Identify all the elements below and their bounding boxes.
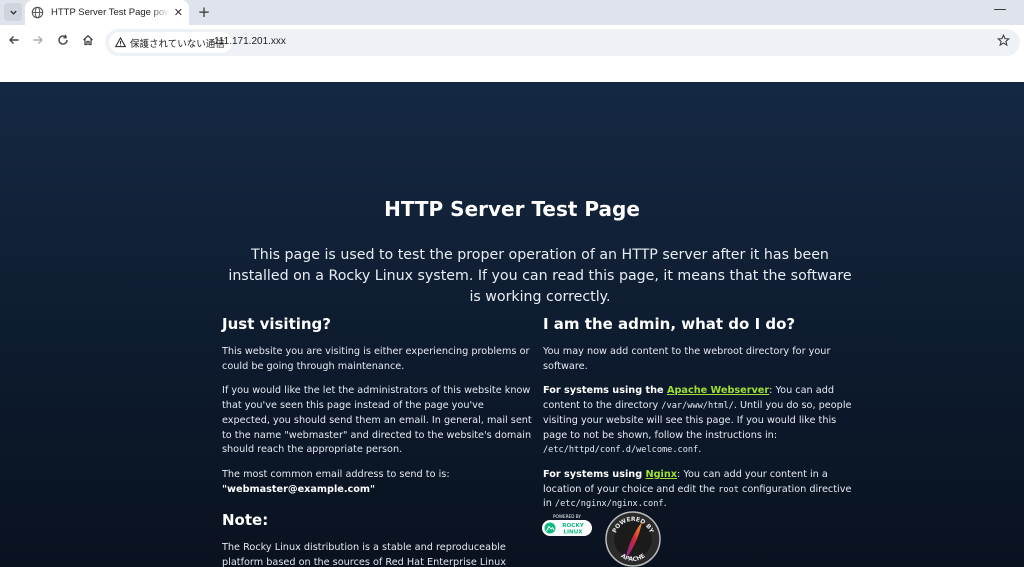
apache-webroot-path: /var/www/html/ [661, 401, 734, 412]
address-bar[interactable]: 保護されていない通信 111.171.201.xxx [105, 29, 1020, 56]
tab-strip: HTTP Server Test Page powered by Rocky L… [0, 0, 1024, 25]
rocky-name-line-2: LINUX [563, 529, 583, 535]
back-button[interactable] [5, 33, 23, 51]
note-text: The Rocky Linux distribution is a stable… [222, 542, 506, 567]
home-icon [83, 34, 93, 46]
browser-tab[interactable]: HTTP Server Test Page powered by Rocky L… [25, 0, 189, 25]
visitor-heading: Just visiting? [222, 315, 331, 333]
visitor-column: Just visiting? This website you are visi… [222, 315, 532, 567]
nginx-text-end: . [663, 498, 667, 510]
visitor-paragraph-1: This website you are visiting is either … [222, 346, 530, 372]
intro-text: This page is used to test the proper ope… [228, 247, 852, 305]
url-text[interactable]: 111.171.201.xxx [214, 36, 286, 47]
apache-webserver-link[interactable]: Apache Webserver [667, 385, 769, 396]
nginx-paragraph: For systems using Nginx: You can add you… [543, 468, 853, 512]
home-button[interactable] [79, 33, 97, 51]
page-content: HTTP Server Test Page This page is used … [0, 82, 1024, 567]
nginx-root-directive: root [718, 484, 739, 495]
globe-icon [31, 6, 44, 19]
admin-heading: I am the admin, what do I do? [543, 315, 796, 333]
powered-by-rocky-linux-logo: POWERED BY ROCKY LINUX [542, 514, 592, 536]
star-icon [996, 33, 1011, 47]
apache-paragraph: For systems using the Apache Webserver: … [543, 384, 853, 458]
apache-prefix: For systems using the [543, 385, 667, 397]
bookmark-button[interactable] [996, 33, 1011, 51]
close-tab-icon[interactable]: ✕ [174, 6, 183, 19]
tab-search-button[interactable] [4, 3, 22, 21]
arrow-left-icon [9, 36, 19, 44]
nginx-prefix: For systems using [543, 468, 646, 480]
nginx-conf-path: /etc/nginx/nginx.conf [554, 499, 664, 510]
powered-by-logos: POWERED BY ROCKY LINUX POWERED BY APACHE [541, 510, 671, 567]
apache-text-end: . [698, 444, 702, 456]
powered-by-apache-logo: POWERED BY APACHE [605, 511, 661, 567]
apache-welcome-conf-path: /etc/httpd/conf.d/welcome.conf [543, 445, 699, 456]
arrow-right-icon [33, 36, 43, 44]
visitor-paragraph-3: The most common email address to send to… [222, 468, 532, 497]
warning-icon [115, 37, 126, 48]
security-label: 保護されていない通信 [130, 38, 225, 50]
note-heading: Note: [222, 511, 269, 530]
visitor-paragraph-2: If you would like the let the administra… [222, 385, 532, 456]
nginx-link[interactable]: Nginx [646, 469, 678, 480]
chevron-down-icon [9, 10, 17, 15]
browser-toolbar: 保護されていない通信 111.171.201.xxx [0, 25, 1024, 59]
email-intro: The most common email address to send to… [222, 468, 450, 480]
webmaster-email: "webmaster@example.com" [222, 483, 376, 495]
reload-icon [58, 34, 68, 45]
rocky-powered-text: POWERED BY [553, 514, 581, 519]
tab-title: HTTP Server Test Page powered by Rocky L… [51, 7, 169, 18]
rocky-name-line-1: ROCKY [562, 523, 585, 529]
minimize-window-button[interactable]: — [990, 2, 1010, 20]
page-title: HTTP Server Test Page [384, 197, 640, 221]
reload-button[interactable] [54, 33, 72, 51]
admin-paragraph-1: You may now add content to the webroot d… [543, 346, 831, 372]
new-tab-button[interactable]: + [195, 3, 213, 21]
forward-button[interactable] [29, 33, 47, 51]
admin-column: I am the admin, what do I do? You may no… [543, 315, 853, 522]
